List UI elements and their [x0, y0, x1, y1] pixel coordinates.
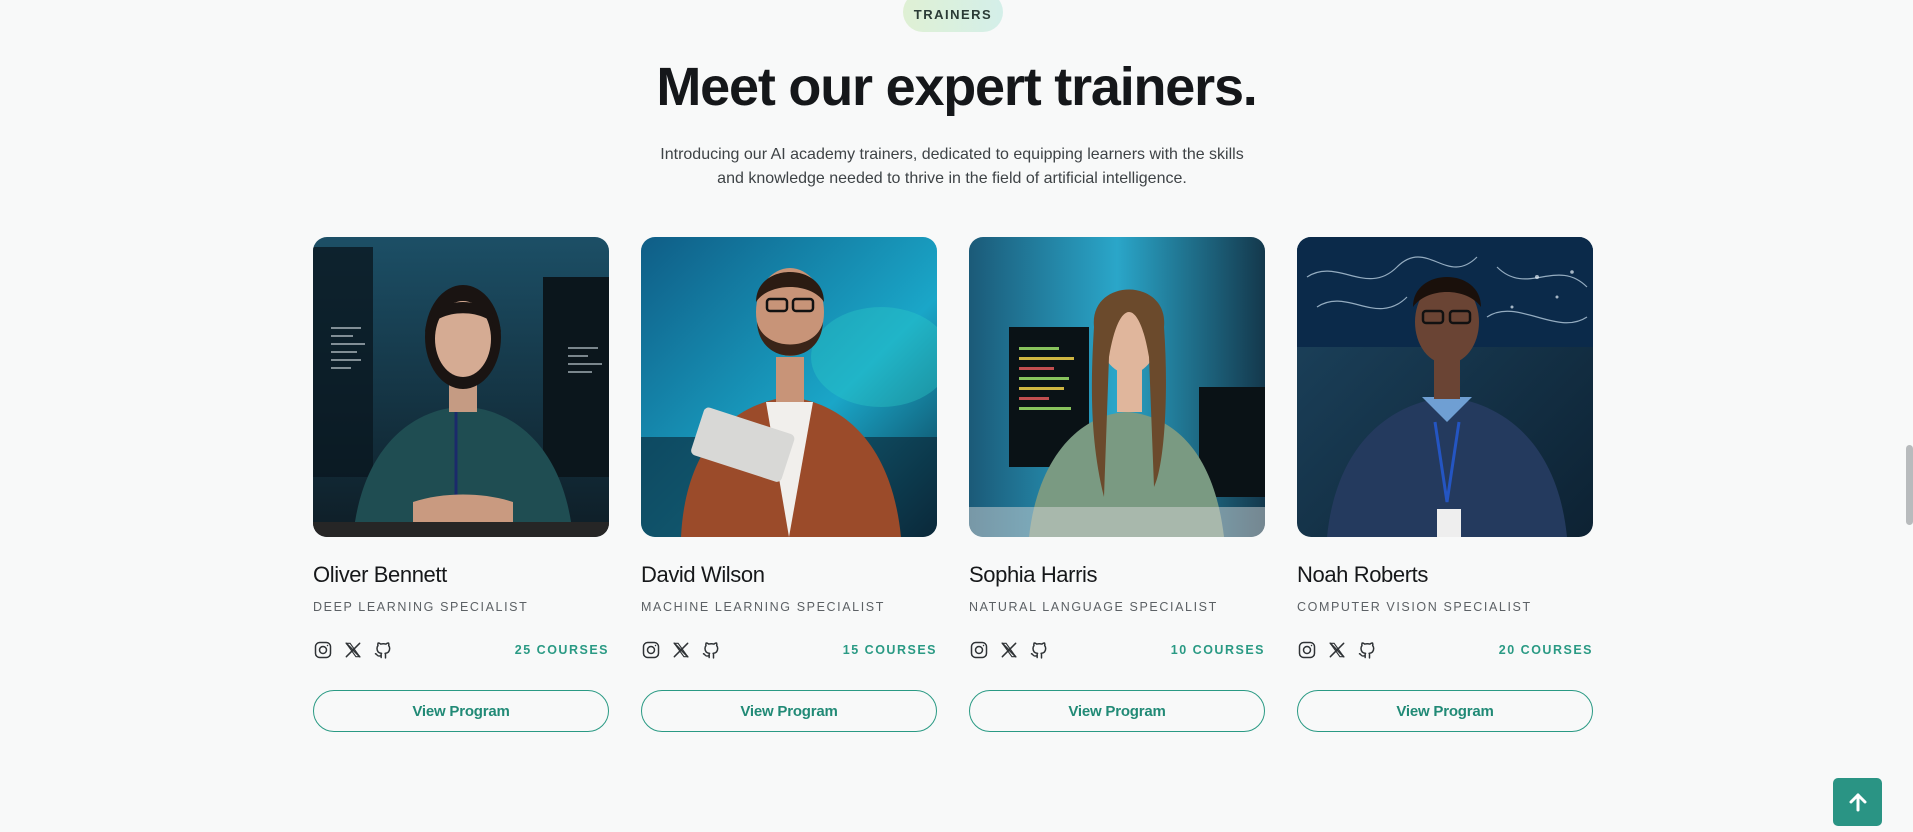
course-count: 25 COURSES	[514, 643, 609, 657]
section-eyebrow-badge: TRAINERS	[903, 0, 1003, 32]
x-icon[interactable]	[671, 640, 691, 660]
section-subtitle: Introducing our AI academy trainers, ded…	[660, 146, 1244, 187]
trainer-cards: Oliver Bennett DEEP LEARNING SPECIALIST …	[313, 237, 1593, 732]
view-program-button[interactable]: View Program	[313, 690, 609, 732]
trainer-name: Sophia Harris	[969, 562, 1098, 587]
instagram-icon[interactable]	[969, 640, 989, 660]
trainer-card: David Wilson MACHINE LEARNING SPECIALIST…	[641, 237, 937, 732]
github-icon[interactable]	[1029, 640, 1049, 660]
trainer-photo	[641, 237, 937, 537]
trainer-name: Noah Roberts	[1297, 562, 1428, 587]
course-count: 20 COURSES	[1498, 643, 1593, 657]
github-icon[interactable]	[1357, 640, 1377, 660]
arrow-up-icon	[1849, 793, 1866, 812]
scroll-to-top-button[interactable]	[1833, 778, 1882, 826]
trainer-role: NATURAL LANGUAGE SPECIALIST	[969, 600, 1218, 614]
trainer-role: MACHINE LEARNING SPECIALIST	[641, 600, 885, 614]
course-count: 15 COURSES	[842, 643, 937, 657]
view-program-button[interactable]: View Program	[969, 690, 1265, 732]
trainer-photo	[313, 237, 609, 537]
instagram-icon[interactable]	[313, 640, 333, 660]
section-title: Meet our expert trainers.	[656, 57, 1257, 117]
trainer-name: Oliver Bennett	[313, 562, 447, 587]
trainer-card: Sophia Harris NATURAL LANGUAGE SPECIALIS…	[969, 237, 1265, 732]
social-links	[313, 640, 393, 660]
trainers-section: TRAINERS Meet our expert trainers. Intro…	[0, 0, 1913, 832]
trainer-card: Oliver Bennett DEEP LEARNING SPECIALIST …	[313, 237, 609, 732]
scrollbar-thumb[interactable]	[1906, 445, 1913, 525]
view-program-button[interactable]: View Program	[641, 690, 937, 732]
x-icon[interactable]	[999, 640, 1019, 660]
social-links	[1297, 640, 1377, 660]
trainer-meta: 25 COURSES	[313, 638, 609, 662]
trainer-photo	[1297, 237, 1593, 537]
trainer-role: COMPUTER VISION SPECIALIST	[1297, 600, 1532, 614]
view-program-button[interactable]: View Program	[1297, 690, 1593, 732]
trainer-role: DEEP LEARNING SPECIALIST	[313, 600, 529, 614]
social-links	[969, 640, 1049, 660]
x-icon[interactable]	[343, 640, 363, 660]
x-icon[interactable]	[1327, 640, 1347, 660]
github-icon[interactable]	[701, 640, 721, 660]
social-links	[641, 640, 721, 660]
instagram-icon[interactable]	[641, 640, 661, 660]
github-icon[interactable]	[373, 640, 393, 660]
trainer-card: Noah Roberts COMPUTER VISION SPECIALIST …	[1297, 237, 1593, 732]
trainer-meta: 20 COURSES	[1297, 638, 1593, 662]
instagram-icon[interactable]	[1297, 640, 1317, 660]
trainer-meta: 10 COURSES	[969, 638, 1265, 662]
trainer-name: David Wilson	[641, 562, 765, 587]
trainer-meta: 15 COURSES	[641, 638, 937, 662]
trainer-photo	[969, 237, 1265, 537]
course-count: 10 COURSES	[1170, 643, 1265, 657]
